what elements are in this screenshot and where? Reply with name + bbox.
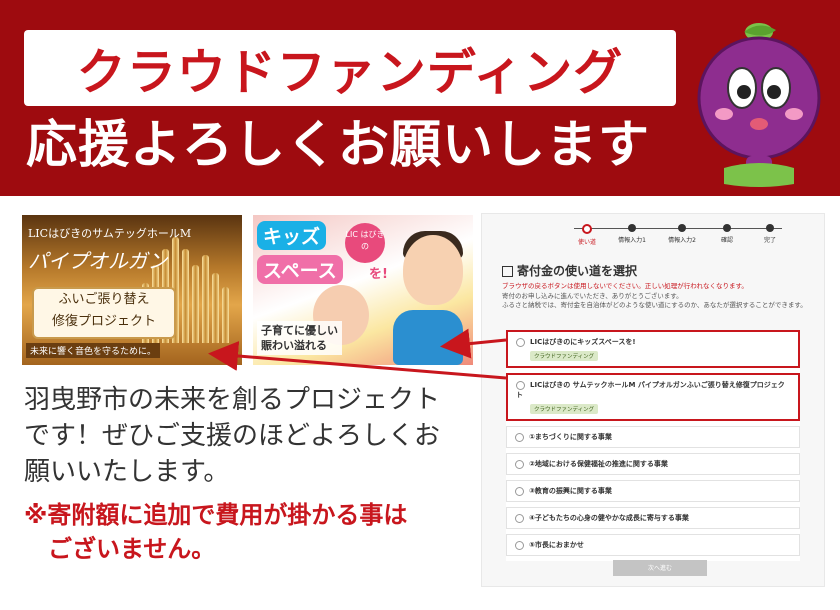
- description-line1: 羽曳野市の未来を創るプロジェクト: [24, 385, 441, 415]
- option-pipe-organ[interactable]: LICはびきの サムテックホールM パイプオルガンふいご張り替え修復プロジェクト…: [506, 373, 800, 421]
- toy-shape: [393, 310, 463, 365]
- child-photo-shape: [403, 235, 463, 305]
- crowdfunding-tag: クラウドファンディング: [530, 404, 599, 414]
- crowdfunding-tag: クラウドファンディング: [530, 351, 599, 361]
- organ-project-thumbnail: LICはびきのサムテッグホールM パイプオルガン ふいご張り替え 修復プロジェク…: [22, 215, 242, 365]
- step-label: 使い道: [577, 239, 596, 246]
- organ-ribbon-line1: ふいご張り替え: [58, 292, 150, 307]
- banner-subtitle: 応援よろしくお願いします: [26, 116, 651, 175]
- organ-foot: 未来に響く音色を守るために。: [26, 343, 161, 358]
- option-label: ②地域における保健福祉の推進に関する事業: [529, 460, 668, 468]
- option-kids-space[interactable]: LICはびきのにキッズスペースを! クラウドファンディング: [506, 330, 800, 368]
- radio-icon[interactable]: [515, 459, 524, 469]
- step-label: 確認: [720, 237, 733, 244]
- banner-title: クラウドファンディング: [76, 43, 624, 101]
- option-children-growth[interactable]: ④子どもたちの心身の健やかな成長に寄与する事業: [506, 507, 800, 529]
- option-mayor-choice[interactable]: ⑤市長におまかせ: [506, 534, 800, 556]
- kids-badge: キッズ スペース: [257, 221, 349, 287]
- option-education[interactable]: ③教育の振興に関する事業: [506, 480, 800, 502]
- step-dot-icon: [723, 224, 731, 232]
- info-line2: ふるさと納税では、寄付金を自治体がどのような使い道にするのか、あなたが選択するこ…: [502, 301, 807, 309]
- option-town-development[interactable]: ①まちづくりに関する事業: [506, 426, 800, 448]
- option-health-welfare[interactable]: ②地域における保健福祉の推進に関する事業: [506, 453, 800, 475]
- radio-icon[interactable]: [515, 432, 524, 442]
- radio-icon[interactable]: [516, 337, 525, 347]
- kids-lic-badge: LIC はびきの: [345, 223, 385, 263]
- edit-icon: [502, 266, 513, 277]
- title-box: クラウドファンディング: [24, 30, 676, 106]
- progress-steps: 使い道 情報入力1 情報入力2 確認 完了: [502, 222, 802, 250]
- project-description: 羽曳野市の未来を創るプロジェクト です！ぜひご支援のほどよろしくお 願いいたしま…: [24, 382, 464, 490]
- kids-wo: を!: [369, 267, 388, 282]
- kids-caption-line1: 子育てに優しい: [261, 324, 338, 337]
- usage-options: LICはびきのにキッズスペースを! クラウドファンディング LICはびきの サム…: [506, 330, 800, 561]
- option-label: ③教育の振興に関する事業: [529, 487, 612, 495]
- section-title-text: 寄付金の使い道を選択: [517, 264, 638, 278]
- description-line3: 願いいたします。: [24, 457, 230, 487]
- next-button[interactable]: 次へ進む: [613, 560, 707, 576]
- organ-tag: LICはびきのサムテッグホールM: [28, 227, 192, 240]
- kids-caption: 子育てに優しい 賑わい溢れる: [257, 321, 342, 355]
- fee-note: ※寄附額に追加で費用が掛かる事は ございません。: [24, 498, 464, 566]
- kids-caption-line2: 賑わい溢れる: [261, 339, 327, 352]
- step-label: 完了: [763, 237, 776, 244]
- header-banner: クラウドファンディング 応援よろしくお願いします: [0, 0, 840, 196]
- donation-form-screenshot: 使い道 情報入力1 情報入力2 確認 完了 寄付金の使い道を選択 ブラウザの戻る…: [481, 213, 825, 587]
- step-dot-icon: [766, 224, 774, 232]
- step-label: 情報入力1: [618, 237, 646, 244]
- description-line2: です！ぜひご支援のほどよろしくお: [24, 421, 441, 451]
- step-dot-icon: [678, 224, 686, 232]
- kids-badge-line2: スペース: [257, 255, 343, 284]
- fee-note-line1: ※寄附額に追加で費用が掛かる事は: [24, 501, 408, 529]
- grape-mascot-icon: [697, 23, 821, 187]
- radio-icon[interactable]: [515, 513, 524, 523]
- option-label: ①まちづくりに関する事業: [529, 433, 612, 441]
- option-label: LICはびきのにキッズスペースを!: [530, 338, 636, 346]
- step-dot-icon: [628, 224, 636, 232]
- radio-icon[interactable]: [515, 540, 524, 550]
- radio-icon[interactable]: [516, 380, 525, 390]
- organ-name: パイプオルガン: [28, 249, 168, 273]
- section-title: 寄付金の使い道を選択: [502, 262, 637, 279]
- fee-note-line2: ございません。: [24, 535, 216, 563]
- browser-back-warning: ブラウザの戻るボタンは使用しないでください。正しい処理が行われなくなります。: [502, 282, 748, 290]
- step-dot-icon: [582, 224, 592, 234]
- step-5: 完了: [740, 222, 800, 244]
- kids-space-thumbnail: キッズ スペース LIC はびきの を! 子育てに優しい 賑わい溢れる: [253, 215, 473, 365]
- organ-ribbon: ふいご張り替え 修復プロジェクト: [32, 287, 176, 339]
- option-label: LICはびきの サムテックホールM パイプオルガンふいご張り替え修復プロジェクト: [516, 381, 785, 399]
- radio-icon[interactable]: [515, 486, 524, 496]
- organ-ribbon-line2: 修復プロジェクト: [51, 314, 156, 329]
- step-label: 情報入力2: [668, 237, 696, 244]
- option-label: ⑤市長におまかせ: [529, 541, 584, 549]
- kids-badge-line1: キッズ: [257, 221, 327, 250]
- option-label: ④子どもたちの心身の健やかな成長に寄与する事業: [529, 514, 689, 522]
